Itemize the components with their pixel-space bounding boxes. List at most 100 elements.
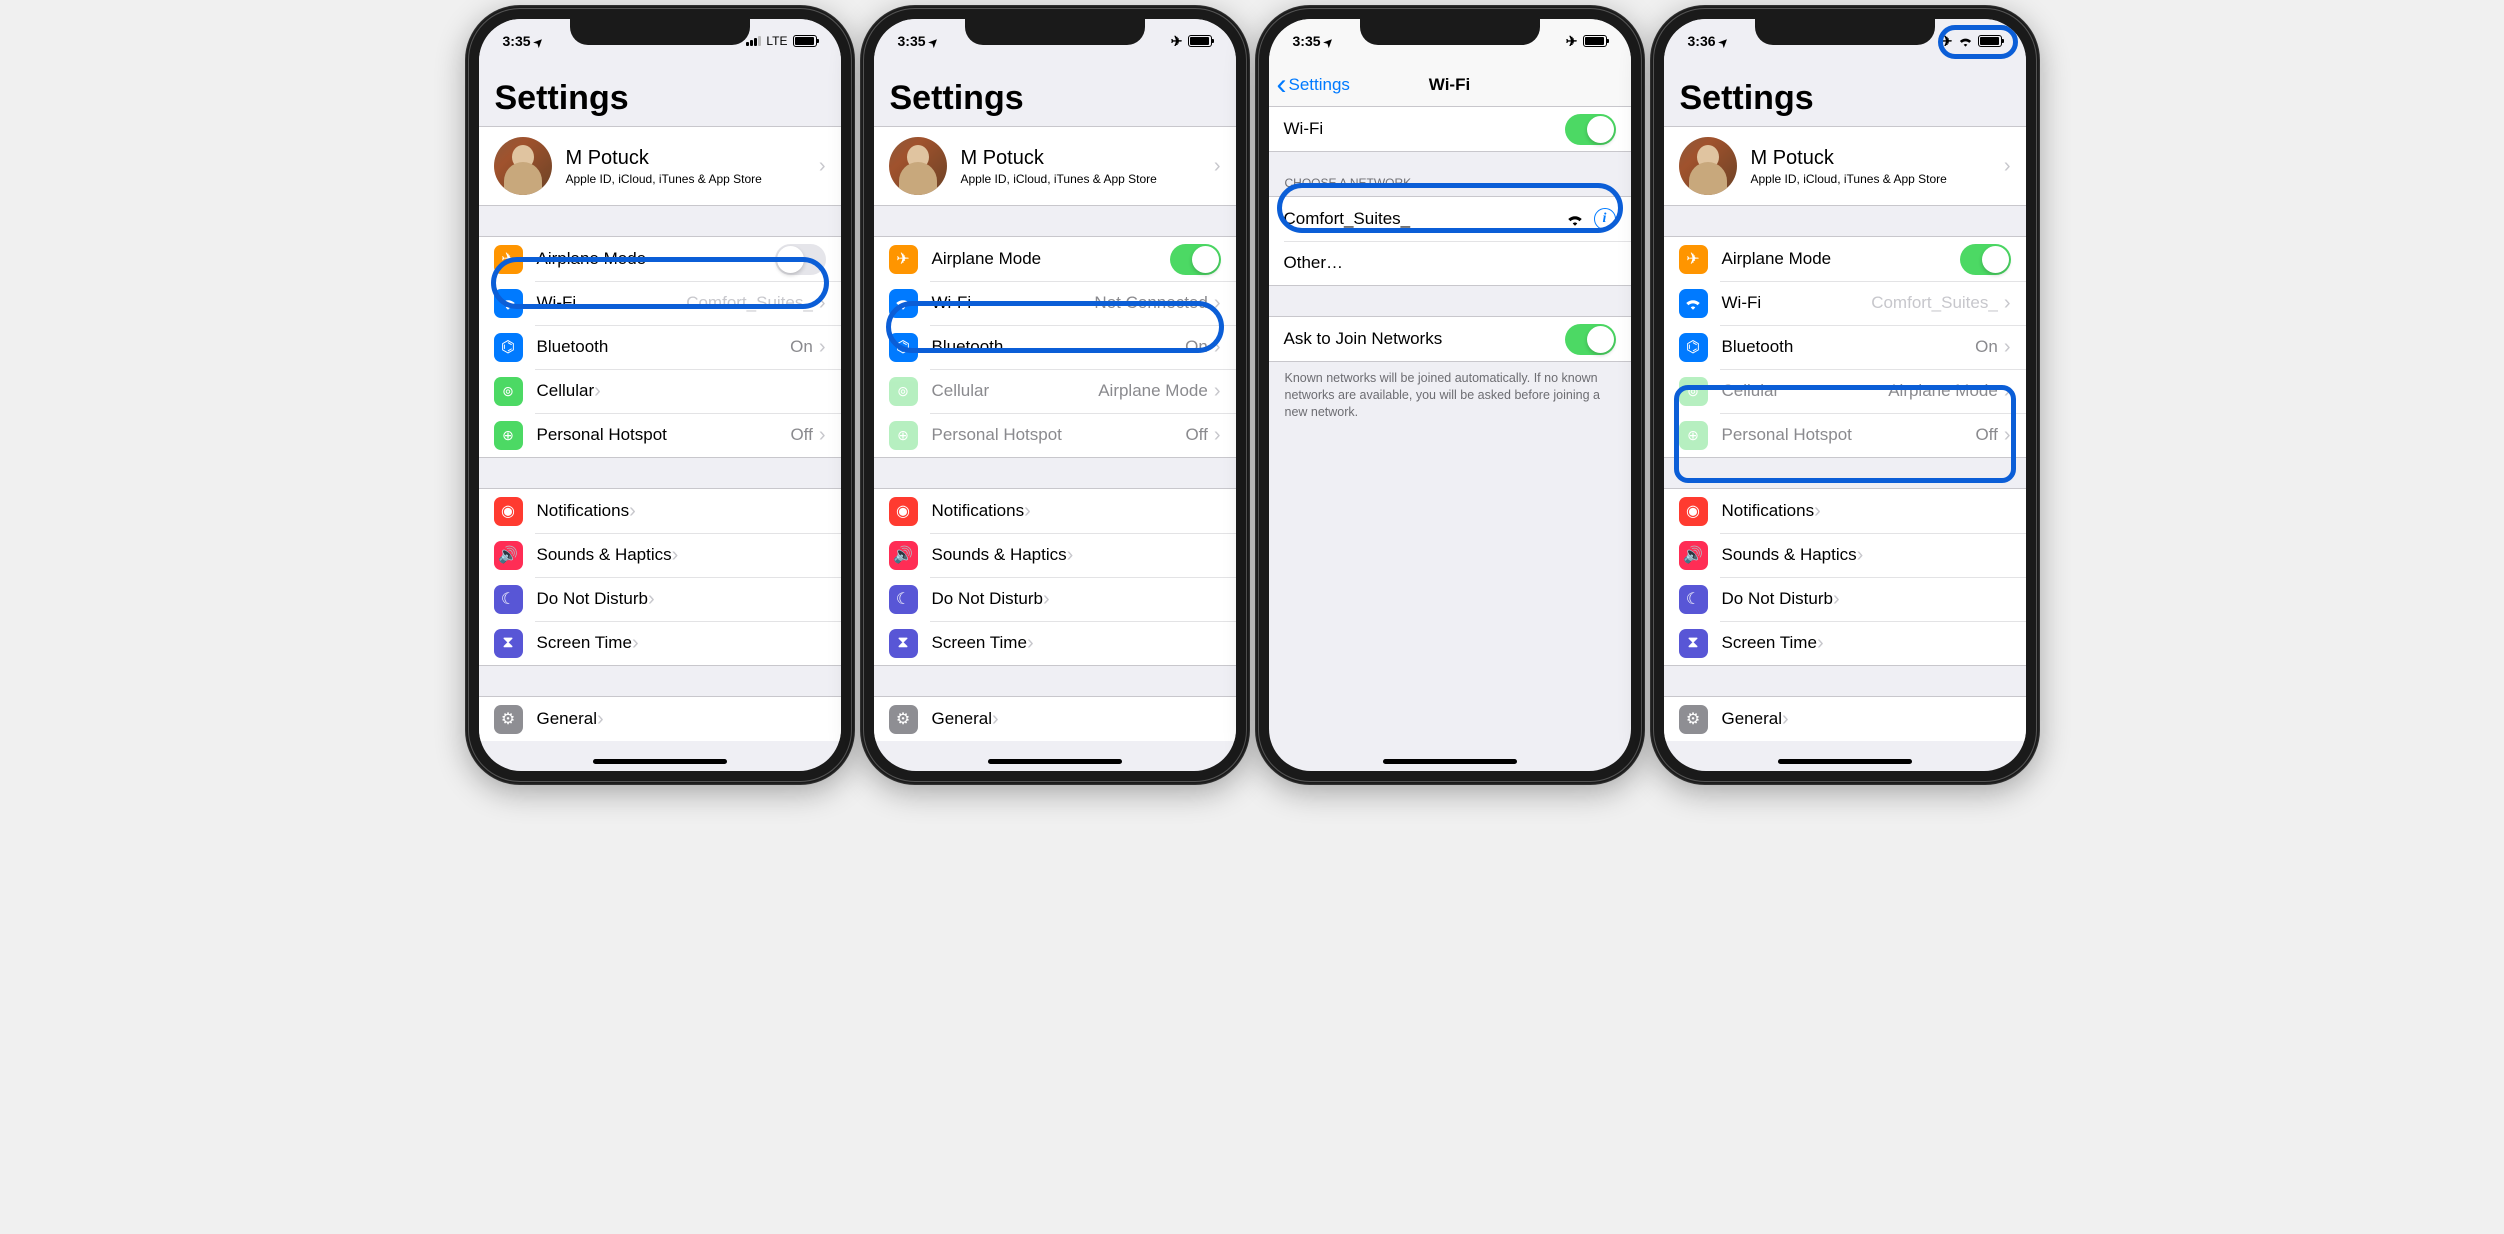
dnd-icon: ☾ bbox=[494, 585, 523, 614]
chevron-icon bbox=[819, 424, 826, 447]
chevron-icon bbox=[1214, 380, 1221, 403]
row-hotspot[interactable]: ⊕ Personal Hotspot Off bbox=[1664, 413, 2026, 457]
airplane-toggle[interactable] bbox=[1960, 244, 2011, 275]
ask-join-toggle[interactable] bbox=[1565, 324, 1616, 355]
chevron-icon bbox=[2004, 155, 2011, 178]
airplane-status-icon bbox=[1941, 33, 1953, 50]
profile-name: M Potuck bbox=[1751, 147, 2004, 170]
ask-join-footer: Known networks will be joined automatica… bbox=[1269, 362, 1631, 429]
wifi-signal-icon bbox=[1566, 212, 1584, 226]
notch bbox=[1360, 19, 1540, 45]
profile-row[interactable]: M Potuck Apple ID, iCloud, iTunes & App … bbox=[1664, 127, 2026, 205]
battery-icon bbox=[1978, 35, 2002, 47]
avatar bbox=[889, 137, 947, 195]
notch bbox=[570, 19, 750, 45]
row-bluetooth[interactable]: ⌬ Bluetooth On bbox=[1664, 325, 2026, 369]
row-wifi[interactable]: Wi-Fi Comfort_Suites_ bbox=[1664, 281, 2026, 325]
hotspot-icon: ⊕ bbox=[494, 421, 523, 450]
row-general[interactable]: ⚙ General bbox=[1664, 697, 2026, 741]
chevron-icon bbox=[1214, 424, 1221, 447]
hotspot-value: Off bbox=[1185, 425, 1207, 445]
row-airplane[interactable]: ✈ Airplane Mode bbox=[1664, 237, 2026, 281]
avatar bbox=[494, 137, 552, 195]
general-icon: ⚙ bbox=[1679, 705, 1708, 734]
wifi-toggle[interactable] bbox=[1565, 114, 1616, 145]
row-notifications[interactable]: ◉ Notifications bbox=[479, 489, 841, 533]
bt-value: On bbox=[1975, 337, 1998, 357]
chevron-icon bbox=[594, 380, 601, 403]
info-icon[interactable]: i bbox=[1594, 208, 1616, 230]
chevron-icon bbox=[1214, 292, 1221, 315]
row-screentime[interactable]: ⧗ Screen Time bbox=[874, 621, 1236, 665]
hotspot-icon: ⊕ bbox=[1679, 421, 1708, 450]
wifi-toggle-row[interactable]: Wi-Fi bbox=[1269, 107, 1631, 151]
phone-3: 3:35 Settings Wi-Fi Wi-Fi CHOOSE A NETWO… bbox=[1255, 5, 1645, 785]
other-network-row[interactable]: Other… bbox=[1269, 241, 1631, 285]
row-general[interactable]: ⚙ General bbox=[874, 697, 1236, 741]
ask-to-join-row[interactable]: Ask to Join Networks bbox=[1269, 317, 1631, 361]
cellular-value: Airplane Mode bbox=[1098, 381, 1208, 401]
row-cellular[interactable]: ⊚ Cellular Airplane Mode bbox=[874, 369, 1236, 413]
row-sounds[interactable]: 🔊 Sounds & Haptics bbox=[1664, 533, 2026, 577]
chevron-icon bbox=[1067, 544, 1074, 567]
home-indicator[interactable] bbox=[988, 759, 1122, 764]
row-dnd[interactable]: ☾ Do Not Disturb bbox=[1664, 577, 2026, 621]
home-indicator[interactable] bbox=[1383, 759, 1517, 764]
chevron-icon bbox=[648, 588, 655, 611]
airplane-toggle[interactable] bbox=[1170, 244, 1221, 275]
phone-2: 3:35 Settings M Potuck Apple ID, iCloud,… bbox=[860, 5, 1250, 785]
chevron-icon bbox=[629, 500, 636, 523]
home-indicator[interactable] bbox=[1778, 759, 1912, 764]
choose-network-header: CHOOSE A NETWORK… bbox=[1269, 152, 1631, 196]
row-cellular[interactable]: ⊚ Cellular Airplane Mode bbox=[1664, 369, 2026, 413]
row-wifi[interactable]: Wi-Fi Comfort_Suites_ bbox=[479, 281, 841, 325]
row-bluetooth[interactable]: ⌬ Bluetooth On bbox=[479, 325, 841, 369]
general-icon: ⚙ bbox=[494, 705, 523, 734]
profile-row[interactable]: M Potuck Apple ID, iCloud, iTunes & App … bbox=[479, 127, 841, 205]
airplane-icon: ✈ bbox=[494, 245, 523, 274]
row-wifi[interactable]: Wi-Fi Not Connected bbox=[874, 281, 1236, 325]
wifi-status-icon bbox=[1958, 35, 1973, 47]
row-notifications[interactable]: ◉ Notifications bbox=[1664, 489, 2026, 533]
wifi-value: Not Connected bbox=[1094, 293, 1207, 313]
chevron-icon bbox=[819, 292, 826, 315]
nav-bar: Settings Wi-Fi bbox=[1269, 63, 1631, 107]
home-indicator[interactable] bbox=[593, 759, 727, 764]
profile-name: M Potuck bbox=[961, 147, 1214, 170]
row-general[interactable]: ⚙ General bbox=[479, 697, 841, 741]
airplane-toggle[interactable] bbox=[775, 244, 826, 275]
chevron-icon bbox=[597, 708, 604, 731]
row-airplane[interactable]: ✈ Airplane Mode bbox=[479, 237, 841, 281]
row-screentime[interactable]: ⧗ Screen Time bbox=[1664, 621, 2026, 665]
row-dnd[interactable]: ☾ Do Not Disturb bbox=[874, 577, 1236, 621]
back-button[interactable]: Settings bbox=[1269, 75, 1350, 95]
airplane-status-icon bbox=[1171, 33, 1183, 50]
chevron-icon bbox=[2004, 336, 2011, 359]
row-sounds[interactable]: 🔊 Sounds & Haptics bbox=[479, 533, 841, 577]
row-sounds[interactable]: 🔊 Sounds & Haptics bbox=[874, 533, 1236, 577]
row-notifications[interactable]: ◉ Notifications bbox=[874, 489, 1236, 533]
chevron-icon bbox=[1214, 155, 1221, 178]
hotspot-value: Off bbox=[1975, 425, 1997, 445]
nav-title: Wi-Fi bbox=[1429, 75, 1470, 95]
chevron-icon bbox=[1833, 588, 1840, 611]
chevron-icon bbox=[1043, 588, 1050, 611]
row-hotspot[interactable]: ⊕ Personal Hotspot Off bbox=[479, 413, 841, 457]
row-cellular[interactable]: ⊚ Cellular bbox=[479, 369, 841, 413]
screentime-icon: ⧗ bbox=[494, 629, 523, 658]
time-label: 3:35 bbox=[503, 33, 543, 49]
sounds-icon: 🔊 bbox=[889, 541, 918, 570]
chevron-icon bbox=[672, 544, 679, 567]
row-screentime[interactable]: ⧗ Screen Time bbox=[479, 621, 841, 665]
row-hotspot[interactable]: ⊕ Personal Hotspot Off bbox=[874, 413, 1236, 457]
row-airplane[interactable]: ✈ Airplane Mode bbox=[874, 237, 1236, 281]
row-bluetooth[interactable]: ⌬ Bluetooth On bbox=[874, 325, 1236, 369]
phone-1: 3:35 LTE Settings M Potuck Apple ID, iCl… bbox=[465, 5, 855, 785]
page-title: Settings bbox=[1664, 63, 2026, 126]
chevron-icon bbox=[1817, 632, 1824, 655]
network-row[interactable]: Comfort_Suites_ i bbox=[1269, 197, 1631, 241]
profile-row[interactable]: M Potuck Apple ID, iCloud, iTunes & App … bbox=[874, 127, 1236, 205]
chevron-icon bbox=[2004, 380, 2011, 403]
notifications-icon: ◉ bbox=[1679, 497, 1708, 526]
row-dnd[interactable]: ☾ Do Not Disturb bbox=[479, 577, 841, 621]
